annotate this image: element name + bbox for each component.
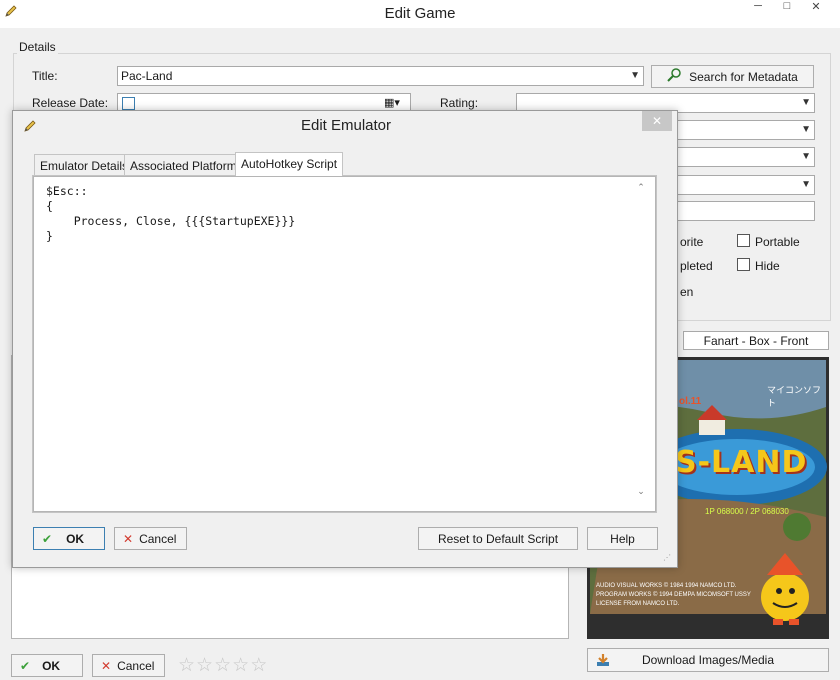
portable-label: Portable	[755, 235, 800, 249]
download-images-button[interactable]: Download Images/Media	[587, 648, 829, 672]
chevron-down-icon: ▼	[801, 124, 811, 135]
title-value: Pac-Land	[121, 69, 173, 83]
download-icon	[596, 653, 610, 670]
portable-checkbox[interactable]	[737, 234, 750, 247]
image-type-dropdown[interactable]: Fanart - Box - Front	[683, 331, 829, 350]
script-editor[interactable]: $Esc:: { Process, Close, {{{StartupEXE}}…	[34, 177, 632, 511]
close-icon: ✕	[123, 531, 134, 546]
resize-grip-icon[interactable]: ⋰	[663, 553, 671, 562]
score-text: 1P 068000 / 2P 068030	[705, 507, 789, 516]
credits-line2: PROGRAM WORKS © 1994 DEMPA MICOMSOFT USS…	[596, 592, 751, 598]
tab-emulator-details[interactable]: Emulator Details	[34, 154, 135, 175]
release-date-checkbox[interactable]	[122, 97, 135, 110]
maximize-button[interactable]: □	[779, 0, 795, 14]
publisher-logo-text: マイコンソフト	[767, 385, 822, 408]
image-type-value: Fanart - Box - Front	[703, 334, 809, 348]
dialog-ok-label: OK	[66, 531, 85, 546]
chevron-down-icon: ▼	[801, 151, 811, 162]
script-scrollbar[interactable]: ⌃ ⌄	[633, 182, 649, 504]
rating-label: Rating:	[440, 96, 479, 110]
chevron-up-icon[interactable]: ⌃	[633, 182, 649, 193]
title-label: Title:	[32, 69, 58, 83]
dialog-cancel-button[interactable]: ✕ Cancel	[114, 527, 187, 550]
tab-autohotkey-script[interactable]: AutoHotkey Script	[235, 152, 344, 176]
edit-emulator-dialog: Edit Emulator ✕ Emulator Details Associa…	[12, 110, 678, 568]
help-button[interactable]: Help	[587, 527, 658, 550]
close-icon: ✕	[101, 658, 112, 673]
hide-checkbox[interactable]	[737, 258, 750, 271]
check-icon: ✔	[20, 658, 31, 673]
search-metadata-button[interactable]: Search for Metadata	[651, 65, 814, 88]
credits-line1: AUDIO VISUAL WORKS © 1984 1994 NAMCO LTD…	[596, 583, 737, 589]
completed-label: pleted	[680, 259, 713, 273]
ok-button[interactable]: ✔ OK	[11, 654, 83, 677]
chevron-down-icon: ▼	[630, 70, 640, 81]
broken-label: en	[680, 285, 694, 299]
search-metadata-label: Search for Metadata	[689, 69, 798, 84]
calendar-icon: ▦▾	[384, 97, 400, 109]
dialog-ok-button[interactable]: ✔ OK	[33, 527, 105, 550]
autohotkey-tab-panel: $Esc:: { Process, Close, {{{StartupEXE}}…	[32, 175, 657, 513]
hide-label: Hide	[755, 259, 780, 273]
close-icon: ✕	[651, 114, 663, 128]
title-field[interactable]: Pac-Land ▼	[117, 66, 644, 86]
star-icon[interactable]: ☆	[250, 656, 267, 675]
release-date-label: Release Date:	[32, 96, 109, 110]
chevron-down-icon[interactable]: ⌄	[633, 486, 649, 497]
window-title: Edit Game	[384, 5, 456, 22]
star-icon[interactable]: ☆	[196, 656, 213, 675]
dialog-cancel-label: Cancel	[139, 531, 177, 546]
star-icon[interactable]: ☆	[232, 656, 249, 675]
reset-default-script-button[interactable]: Reset to Default Script	[418, 527, 578, 550]
cancel-label: Cancel	[117, 658, 155, 673]
chevron-down-icon: ▼	[801, 97, 811, 108]
star-rating[interactable]: ☆ ☆ ☆ ☆ ☆	[178, 656, 267, 675]
vol-text: ol.11	[679, 396, 702, 407]
favorite-label: orite	[680, 235, 704, 249]
tab-associated-platforms[interactable]: Associated Platforms	[124, 154, 249, 175]
dialog-title: Edit Emulator	[300, 117, 392, 134]
cancel-button[interactable]: ✕ Cancel	[92, 654, 165, 677]
star-icon[interactable]: ☆	[214, 656, 231, 675]
ok-label: OK	[42, 658, 61, 673]
credits-line3: LICENSE FROM NAMCO LTD.	[596, 601, 680, 607]
check-icon: ✔	[42, 531, 53, 546]
close-button[interactable]: ✕	[808, 0, 824, 14]
details-group-label: Details	[17, 40, 58, 54]
minimize-button[interactable]: ─	[750, 0, 766, 14]
chevron-down-icon: ▼	[801, 179, 811, 190]
title-art-text: S-LAND	[675, 445, 808, 480]
star-icon[interactable]: ☆	[178, 656, 195, 675]
search-icon	[667, 68, 683, 85]
dialog-close-button[interactable]: ✕	[642, 111, 672, 131]
download-images-label: Download Images/Media	[641, 653, 775, 667]
